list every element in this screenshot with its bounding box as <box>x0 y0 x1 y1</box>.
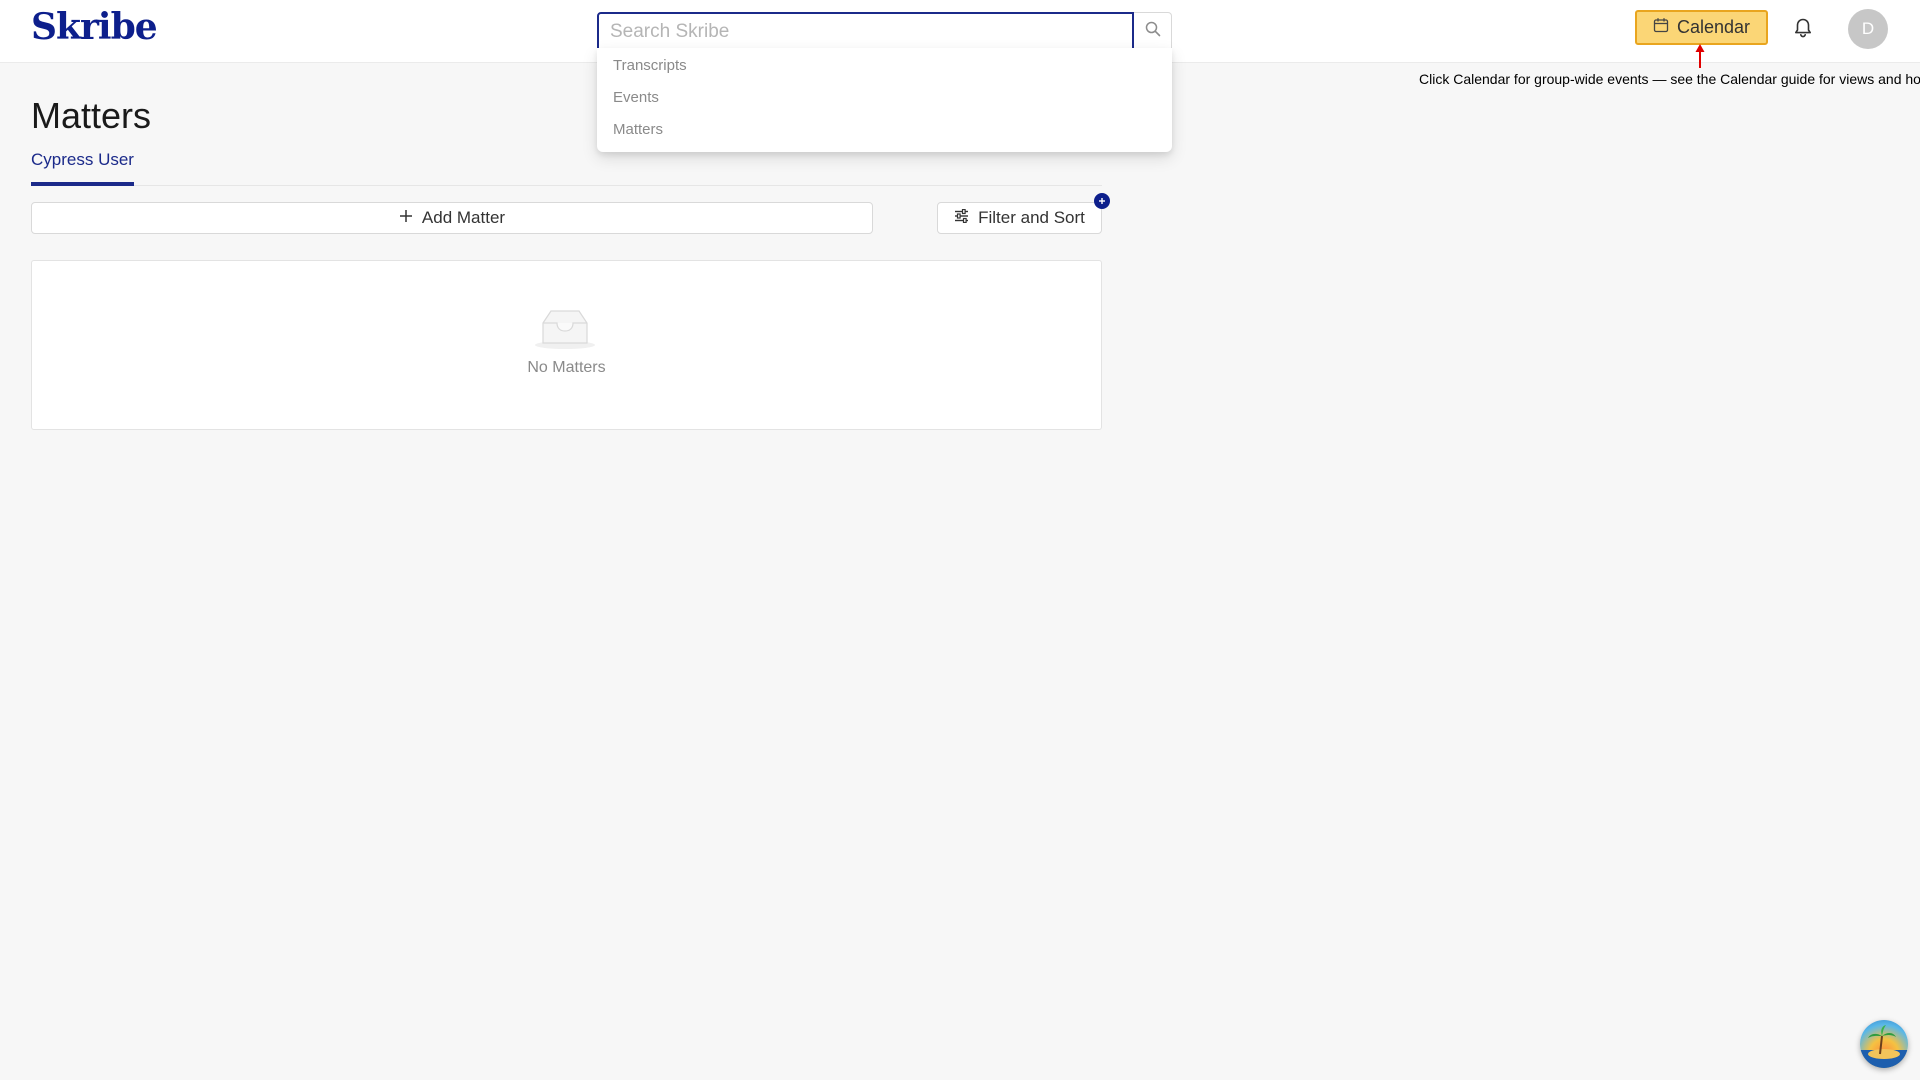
hint-arrow <box>1695 44 1705 68</box>
calendar-button[interactable]: Calendar <box>1635 10 1768 45</box>
suggestion-transcripts[interactable]: Transcripts <box>597 50 1172 82</box>
calendar-icon <box>1653 17 1669 38</box>
suggestion-matters[interactable]: Matters <box>597 114 1172 146</box>
search-icon <box>1145 21 1161 42</box>
user-avatar[interactable]: D <box>1848 9 1888 49</box>
filter-and-sort-label: Filter and Sort <box>978 208 1085 227</box>
notifications-button[interactable] <box>1793 17 1813 39</box>
bell-icon <box>1793 18 1813 43</box>
calendar-label: Calendar <box>1676 17 1751 37</box>
search-suggestions-dropdown: Transcripts Events Matters <box>597 48 1172 152</box>
page-title: Matters <box>31 95 152 136</box>
search-button[interactable] <box>1134 12 1172 51</box>
search-input[interactable] <box>597 12 1134 51</box>
filter-and-sort-button[interactable]: Filter and Sort <box>937 202 1102 234</box>
beach-widget-icon[interactable] <box>1860 1020 1908 1068</box>
empty-state-text: No Matters <box>527 359 606 376</box>
add-matter-label: Add Matter <box>421 208 506 227</box>
tab-bar: Cypress User <box>31 150 1102 186</box>
plus-small-icon <box>1098 192 1106 210</box>
sliders-icon <box>954 208 969 228</box>
plus-icon <box>399 208 413 228</box>
inbox-icon <box>533 307 597 356</box>
matters-list-empty: No Matters <box>31 260 1102 430</box>
calendar-hint-text: Click Calendar for group-wide events — s… <box>1419 71 1920 87</box>
skribe-logo[interactable]: Skribe <box>31 6 158 48</box>
add-matter-button[interactable]: Add Matter <box>31 202 873 234</box>
filter-badge <box>1094 193 1110 209</box>
suggestion-events[interactable]: Events <box>597 82 1172 114</box>
tab-cypress-user[interactable]: Cypress User <box>31 150 134 186</box>
